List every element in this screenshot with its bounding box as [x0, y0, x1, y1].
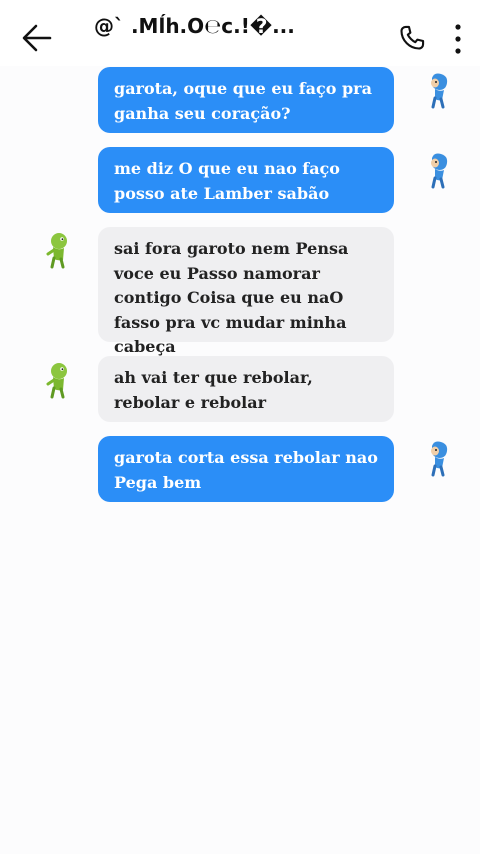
back-button[interactable] — [20, 20, 56, 56]
phone-icon — [400, 25, 425, 50]
blue-character-avatar — [422, 150, 456, 190]
message-text: garota, oque que eu faço pra ganha seu c… — [114, 79, 372, 123]
message-bubble-outgoing[interactable]: garota corta essa rebolar nao Pega bem — [98, 436, 394, 502]
more-options-button[interactable] — [448, 22, 468, 56]
message-text: ah vai ter que rebolar, rebolar e rebola… — [114, 368, 313, 412]
blue-character-avatar — [422, 70, 456, 110]
message-bubble-incoming[interactable]: ah vai ter que rebolar, rebolar e rebola… — [98, 356, 394, 422]
message-bubble-outgoing[interactable]: garota, oque que eu faço pra ganha seu c… — [98, 67, 394, 133]
contact-name[interactable]: @` .Mĺh.O℮c.!�... — [94, 14, 384, 38]
message-text: me diz O que eu nao faço posso ate Lambe… — [114, 159, 340, 203]
green-character-avatar — [40, 230, 74, 270]
more-vertical-icon — [455, 24, 461, 54]
message-bubble-incoming[interactable]: sai fora garoto nem Pensa voce eu Passo … — [98, 227, 394, 356]
message-bubble-outgoing[interactable]: me diz O que eu nao faço posso ate Lambe… — [98, 147, 394, 213]
arrow-left-icon — [22, 24, 52, 52]
message-text: sai fora garoto nem Pensa voce eu Passo … — [114, 239, 349, 356]
message-text: garota corta essa rebolar nao Pega bem — [114, 448, 378, 492]
chat-header: @` .Mĺh.O℮c.!�... — [0, 0, 480, 66]
call-button[interactable] — [398, 24, 426, 52]
blue-character-avatar — [422, 438, 456, 478]
green-character-avatar — [40, 360, 74, 400]
